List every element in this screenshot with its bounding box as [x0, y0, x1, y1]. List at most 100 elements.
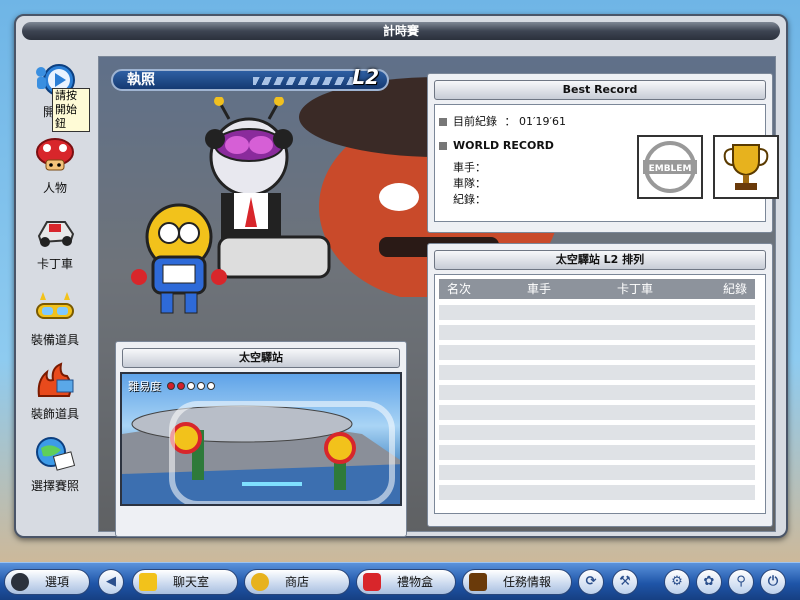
- sidebar-item-kart[interactable]: 卡丁車: [20, 212, 90, 272]
- tools-icon: ⚒: [619, 574, 631, 589]
- back-arrow-icon: ◀: [106, 574, 116, 589]
- options-label: 選項: [45, 575, 70, 589]
- table-row: [439, 305, 755, 320]
- quest-book-icon: [469, 573, 487, 591]
- table-row: [439, 485, 755, 500]
- search-button[interactable]: ⚲: [728, 569, 754, 595]
- sidebar-item-label: 裝備道具: [30, 333, 79, 347]
- column-record: 紀錄: [723, 282, 748, 296]
- scene-area: 執照 L2 Best Record 目前紀錄 ： 01′19′61 WORLD …: [98, 56, 779, 537]
- difficulty-dot: [186, 382, 195, 390]
- track-preview: 難易度: [120, 372, 402, 506]
- tools-button[interactable]: ⚒: [612, 569, 638, 595]
- world-team-label: 車隊：: [453, 177, 486, 190]
- sidebar-item-label: 人物: [42, 181, 67, 195]
- quest-info-label: 任務情報: [503, 575, 552, 589]
- ranking-column-headers: 名次 車手 卡丁車 紀錄: [439, 279, 755, 299]
- sidebar-item-character[interactable]: 人物: [20, 136, 90, 196]
- difficulty-label: 難易度: [128, 380, 161, 393]
- world-record-row: WORLD RECORD: [439, 139, 554, 152]
- current-record-row: 目前紀錄 ： 01′19′61: [439, 113, 566, 129]
- sidebar-item-decoration[interactable]: 裝飾道具: [20, 362, 90, 422]
- column-rank: 名次: [447, 282, 472, 296]
- sidebar-item-equipment[interactable]: 裝備道具: [20, 288, 90, 348]
- table-row: [439, 385, 755, 400]
- best-record-header: Best Record: [434, 80, 766, 100]
- sidebar-item-label: 裝飾道具: [30, 407, 79, 421]
- power-button[interactable]: ⏻: [760, 569, 786, 595]
- table-row: [439, 405, 755, 420]
- community-button[interactable]: ✿: [696, 569, 722, 595]
- license-banner: 執照 L2: [111, 65, 389, 91]
- shop-label: 商店: [285, 575, 310, 589]
- quest-info-button[interactable]: 任務情報: [462, 569, 572, 595]
- compass-button[interactable]: ⟳: [578, 569, 604, 595]
- emblem-box: EMBLEM: [637, 135, 703, 199]
- back-button[interactable]: ◀: [98, 569, 124, 595]
- column-kart: 卡丁車: [617, 282, 654, 296]
- best-record-body: 目前紀錄 ： 01′19′61 WORLD RECORD 車手： 車隊： 紀錄：…: [434, 104, 779, 222]
- settings-button[interactable]: ⚙: [664, 569, 690, 595]
- track-name: 太空驛站: [122, 348, 400, 368]
- license-select-icon: [36, 437, 76, 471]
- column-driver: 車手: [527, 282, 552, 296]
- chat-icon: [139, 573, 157, 591]
- character-icon: [36, 138, 74, 171]
- window-title: 計時賽: [22, 22, 780, 40]
- options-icon: [11, 573, 29, 591]
- chat-room-button[interactable]: 聊天室: [132, 569, 238, 595]
- table-row: [439, 465, 755, 480]
- bullet-icon: [439, 142, 447, 150]
- bottom-taskbar: 選項 ◀ 聊天室 商店 禮物盒 任務情報 ⟳ ⚒ ⚙ ✿ ⚲ ⏻: [0, 562, 800, 600]
- emblem-text: EMBLEM: [649, 164, 692, 174]
- characters-illustration: [131, 97, 331, 314]
- start-tooltip: 請按開始鈕: [52, 88, 90, 132]
- table-row: [439, 425, 755, 440]
- bullet-icon: [439, 118, 447, 126]
- power-icon: ⏻: [767, 574, 779, 589]
- community-icon: ✿: [703, 574, 715, 589]
- table-row: [439, 445, 755, 460]
- best-record-panel: Best Record 目前紀錄 ： 01′19′61 WORLD RECORD…: [427, 73, 779, 233]
- difficulty-dot: [176, 382, 185, 390]
- ranking-panel: 太空驛站 L2 排列 名次 車手 卡丁車 紀錄: [427, 243, 773, 527]
- license-label: 執照: [127, 72, 155, 88]
- difficulty-dots: [165, 380, 215, 393]
- trophy-icon: [723, 144, 769, 190]
- gift-box-button[interactable]: 禮物盒: [356, 569, 456, 595]
- difficulty-row: 難易度: [128, 378, 215, 394]
- sidebar-item-label: 選擇賽照: [30, 479, 79, 493]
- options-button[interactable]: 選項: [4, 569, 90, 595]
- gift-box-label: 禮物盒: [397, 575, 434, 589]
- kart-icon: [37, 221, 75, 247]
- world-record-label: WORLD RECORD: [453, 139, 554, 152]
- wrench-icon: ⚙: [671, 574, 683, 589]
- gift-icon: [363, 573, 381, 591]
- current-record-value: ： 01′19′61: [504, 115, 566, 128]
- sidebar-item-license-select[interactable]: 選擇賽照: [20, 434, 90, 494]
- difficulty-dot: [206, 382, 215, 390]
- ranking-header: 太空驛站 L2 排列: [434, 250, 766, 270]
- decoration-icon: [37, 362, 74, 397]
- shop-button[interactable]: 商店: [244, 569, 350, 595]
- difficulty-dot: [196, 382, 205, 390]
- license-stripes: [253, 77, 353, 85]
- equipment-icon: [36, 292, 74, 319]
- table-row: [439, 325, 755, 340]
- search-icon: ⚲: [736, 574, 746, 589]
- emblem-icon: EMBLEM: [643, 141, 697, 193]
- world-driver-label: 車手：: [453, 161, 486, 174]
- table-row: [439, 365, 755, 380]
- track-panel: 太空驛站 難易度: [115, 341, 407, 537]
- difficulty-dot: [166, 382, 175, 390]
- chat-room-label: 聊天室: [173, 575, 210, 589]
- license-level: L2: [352, 65, 379, 89]
- sidebar-item-label: 卡丁車: [36, 257, 73, 271]
- shop-icon: [251, 573, 269, 591]
- world-record-time-label: 紀錄：: [453, 193, 486, 206]
- compass-icon: ⟳: [585, 574, 597, 589]
- time-trial-window: 計時賽 開始 請按開始鈕 人物: [14, 14, 788, 538]
- table-row: [439, 345, 755, 360]
- trophy-box: [713, 135, 779, 199]
- ranking-body: 名次 車手 卡丁車 紀錄: [434, 274, 766, 514]
